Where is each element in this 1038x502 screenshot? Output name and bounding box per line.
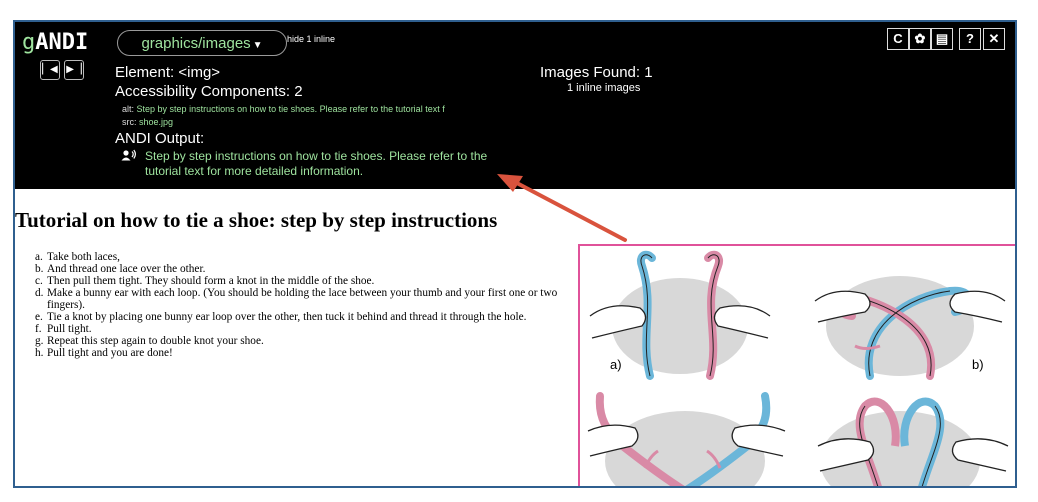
close-button[interactable]: ✕ <box>983 28 1005 50</box>
alt-component: alt: Step by step instructions on how to… <box>122 104 445 114</box>
list-item: c. Then pull them tight. They should form… <box>35 275 375 287</box>
panel-b-label: b) <box>972 357 984 372</box>
refresh-button[interactable]: C <box>887 28 909 50</box>
src-value: shoe.jpg <box>139 117 174 127</box>
hide-inline-link[interactable]: hide 1 inline <box>287 34 335 44</box>
module-selector-button[interactable]: graphics/images ▼ <box>117 30 287 56</box>
list-item: b. And thread one lace over the other. <box>35 263 206 275</box>
element-line: Element: <img> <box>115 64 221 81</box>
images-found-count: Images Found: 1 <box>540 64 653 81</box>
inline-images-count: 1 inline images <box>567 82 641 94</box>
list-item: d. Make a bunny ear with each loop. (You … <box>35 287 558 311</box>
help-icon: ? <box>966 31 974 46</box>
refresh-icon: C <box>893 31 903 46</box>
list-item: g. Repeat this step again to double knot … <box>35 335 264 347</box>
page-title: Tutorial on how to tie a shoe: step by s… <box>15 208 498 232</box>
alt-value: Step by step instructions on how to tie … <box>136 104 445 114</box>
prev-element-icon: ▏◀ <box>42 64 58 75</box>
keyboard-button[interactable]: ▤ <box>931 28 953 50</box>
shoe-tying-image[interactable]: a) b) <box>578 244 1015 486</box>
annotation-arrow <box>497 174 627 242</box>
andi-logo: gANDI <box>22 30 89 55</box>
accessibility-components-line: Accessibility Components: 2 <box>115 83 303 100</box>
help-button[interactable]: ? <box>959 28 981 50</box>
src-key: src: <box>122 117 137 127</box>
andi-output-text: Step by step instructions on how to tie … <box>145 149 488 178</box>
instructions-list: a. Take both laces, b. And thread one lace… <box>35 251 589 359</box>
next-element-icon: ▶▕ <box>66 64 82 75</box>
list-item: e. Tie a knot by placing one bunny ear lo… <box>35 311 527 323</box>
src-component: src: shoe.jpg <box>122 117 173 127</box>
alt-key: alt: <box>122 104 135 114</box>
shoe-lace-illustration: a) b) <box>587 250 1009 486</box>
close-icon: ✕ <box>988 31 1000 46</box>
screen-reader-icon <box>121 149 136 161</box>
andi-toolbar: gANDI graphics/images ▼ hide 1 inline ▏◀ … <box>15 22 1015 189</box>
caret-down-icon: ▼ <box>252 40 263 51</box>
list-item: f. Pull tight. <box>35 323 92 335</box>
settings-button[interactable]: ✿ <box>909 28 931 50</box>
panel-a-label: a) <box>610 357 622 372</box>
module-selector-label: graphics/images <box>141 35 251 52</box>
prev-element-button[interactable]: ▏◀ <box>40 60 60 80</box>
andi-output-label: ANDI Output: <box>115 130 205 147</box>
next-element-button[interactable]: ▶▕ <box>64 60 84 80</box>
keyboard-icon: ▤ <box>935 31 949 46</box>
settings-icon: ✿ <box>914 31 926 46</box>
browser-viewport: gANDI graphics/images ▼ hide 1 inline ▏◀ … <box>13 20 1017 488</box>
list-item: h. Pull tight and you are done! <box>35 347 173 359</box>
list-item: a. Take both laces, <box>35 251 120 263</box>
